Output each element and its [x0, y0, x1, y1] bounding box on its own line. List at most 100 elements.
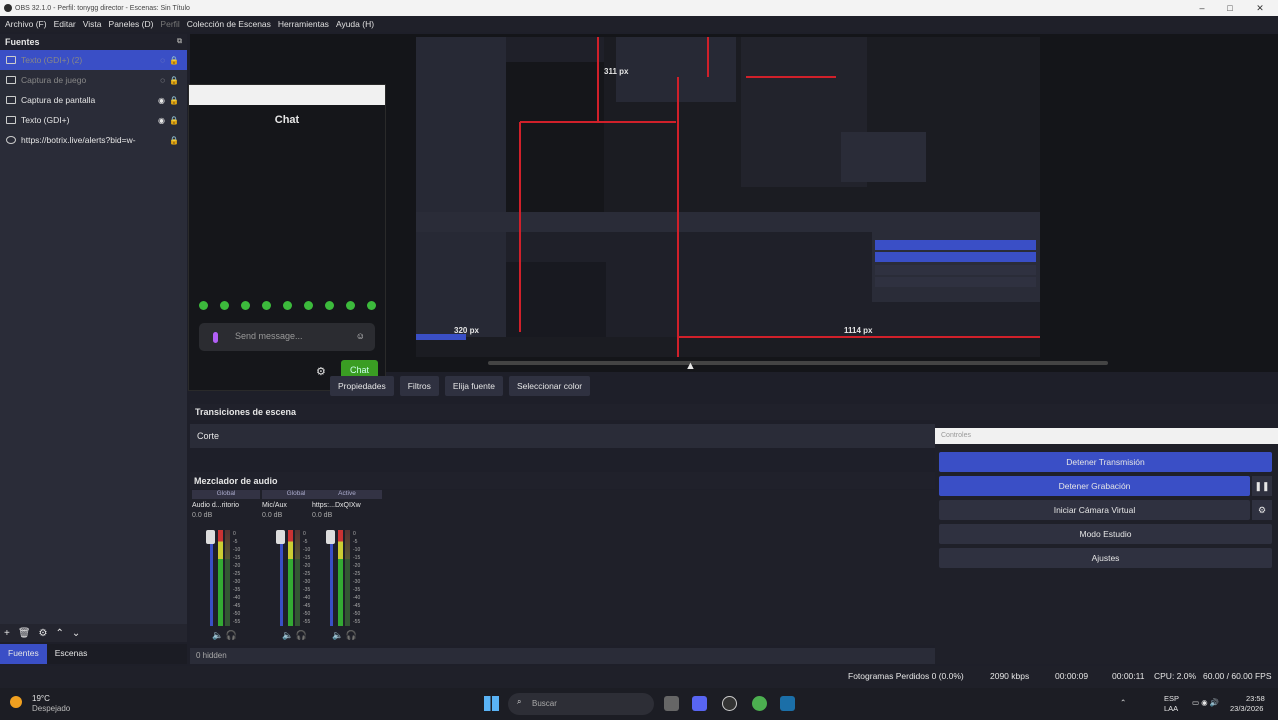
level-meter	[288, 530, 293, 626]
minimize-icon[interactable]: –	[1188, 0, 1216, 16]
gear-icon[interactable]: ⚙	[316, 365, 326, 378]
mouse-cursor-icon: ▲	[685, 360, 696, 372]
chrome-icon[interactable]	[752, 696, 767, 711]
source-item[interactable]: Texto (GDI+) ◉ 🔒	[0, 110, 187, 130]
mixer-channel: Active https:...DxQIXw 0.0 dB 0 -5 -10 -15-…	[312, 490, 382, 645]
lang-1[interactable]: ESP	[1164, 694, 1179, 703]
chevron-up-icon[interactable]: ⌃	[1120, 698, 1126, 707]
settings-button[interactable]: Ajustes	[939, 548, 1272, 568]
clock-date[interactable]: 23/3/2026	[1230, 704, 1263, 713]
px-label-right: 1114 px	[844, 326, 873, 335]
gear-icon[interactable]: ⚙	[39, 628, 48, 639]
trash-icon[interactable]: 🗑	[18, 628, 31, 639]
start-virtual-cam-button[interactable]: Iniciar Cámara Virtual	[939, 500, 1250, 520]
source-item[interactable]: Captura de pantalla ◉ 🔒	[0, 90, 187, 110]
dock-tabs: Fuentes Escenas	[0, 644, 187, 664]
channel-name[interactable]: https:...DxQIXw	[312, 502, 382, 509]
volume-slider[interactable]	[330, 530, 333, 626]
eye-icon[interactable]: ◌	[160, 56, 165, 65]
lock-icon[interactable]: 🔒	[169, 56, 179, 65]
filters-button[interactable]: Filtros	[399, 376, 439, 396]
nested-preview-drawing	[416, 37, 1040, 357]
mic-icon	[213, 332, 218, 343]
windows-start-icon[interactable]	[484, 696, 499, 711]
studio-mode-button[interactable]: Modo Estudio	[939, 524, 1272, 544]
px-label-left: 320 px	[454, 326, 479, 335]
status-bar: Fotogramas Perdidos 0 (0.0%) 2090 kbps 0…	[0, 666, 1278, 688]
channel-name[interactable]: Audio d...ritorio	[192, 502, 260, 509]
gear-icon[interactable]: ⚙	[1252, 500, 1272, 520]
steam-icon[interactable]	[780, 696, 795, 711]
lock-icon[interactable]: 🔒	[169, 96, 179, 105]
game-source-icon	[6, 76, 16, 84]
up-icon[interactable]: ⌃	[56, 628, 64, 639]
obs-icon[interactable]	[722, 696, 737, 711]
menu-ayuda[interactable]: Ayuda (H)	[336, 19, 374, 29]
stop-record-button[interactable]: Detener Grabación	[939, 476, 1250, 496]
taskbar-search[interactable]: ⌕ Buscar	[508, 693, 654, 715]
volume-slider[interactable]	[280, 530, 283, 626]
source-label: Captura de pantalla	[21, 95, 96, 105]
dropped-frames: Fotogramas Perdidos 0 (0.0%)	[848, 671, 964, 681]
source-item[interactable]: Captura de juego ◌ 🔒	[0, 70, 187, 90]
discord-icon[interactable]	[692, 696, 707, 711]
menu-perfil[interactable]: Perfil	[160, 19, 179, 29]
chat-input[interactable]: Send message... ☺	[199, 323, 375, 351]
bitrate: 2090 kbps	[990, 671, 1030, 681]
tab-fuentes[interactable]: Fuentes	[0, 644, 47, 664]
select-color-button[interactable]: Seleccionar color	[508, 376, 591, 396]
float-icon[interactable]: ⧉	[177, 38, 182, 46]
volume-slider[interactable]	[210, 530, 213, 626]
px-label-top: 311 px	[604, 67, 629, 76]
clock-time[interactable]: 23:58	[1246, 694, 1265, 703]
menu-archivo[interactable]: Archivo (F)	[5, 19, 47, 29]
properties-button[interactable]: Propiedades	[330, 376, 394, 396]
title-bar: OBS 32.1.0 - Perfil: tonygg director - E…	[0, 0, 1278, 16]
mute-icon[interactable]: 🔈 🎧	[282, 630, 307, 641]
network-icon[interactable]: ▭ ◉ 🔊	[1192, 698, 1219, 707]
mute-icon[interactable]: 🔈 🎧	[332, 630, 357, 641]
slider-knob[interactable]	[206, 530, 215, 544]
lock-icon[interactable]: 🔒	[169, 136, 179, 145]
lang-2[interactable]: LAA	[1164, 704, 1178, 713]
down-icon[interactable]: ⌄	[72, 628, 80, 639]
emote-row	[199, 301, 388, 310]
lock-icon[interactable]: 🔒	[169, 116, 179, 125]
search-placeholder: Buscar	[532, 699, 557, 708]
source-toolbar: Propiedades Filtros Elija fuente Selecci…	[330, 376, 596, 396]
source-item[interactable]: Texto (GDI+) (2) ◌ 🔒	[0, 50, 187, 70]
add-icon[interactable]: +	[4, 628, 10, 639]
mixer-channel: Global Audio d...ritorio 0.0 dB 0 -5 -10 -1…	[192, 490, 260, 645]
transition-select[interactable]: Corte	[190, 424, 935, 448]
controls-title: Controles	[935, 428, 1278, 444]
menu-editar[interactable]: Editar	[54, 19, 76, 29]
emoji-icon[interactable]: ☺	[356, 331, 365, 341]
menu-coleccion[interactable]: Colección de Escenas	[187, 19, 271, 29]
fps: 60.00 / 60.00 FPS	[1203, 671, 1272, 681]
sources-title: Fuentes	[5, 37, 40, 47]
stop-stream-button[interactable]: Detener Transmisión	[939, 452, 1272, 472]
menu-paneles[interactable]: Paneles (D)	[109, 19, 154, 29]
eye-icon[interactable]: ◌	[160, 76, 165, 85]
menu-vista[interactable]: Vista	[83, 19, 102, 29]
slider-knob[interactable]	[326, 530, 335, 544]
meter-scale: 0 -5 -10 -15 -20 -25 -30 -35 -40 -45 -50 -55	[233, 531, 241, 625]
eye-icon[interactable]: ◉	[158, 116, 165, 125]
mute-icon[interactable]: 🔈 🎧	[212, 630, 237, 641]
eye-icon[interactable]: ◉	[158, 96, 165, 105]
meter-scale: 0 -5 -10 -15 -20 -25 -30 -35 -40 -45 -50 -55	[303, 531, 311, 625]
level-meter	[345, 530, 350, 626]
pause-icon[interactable]: ❚❚	[1252, 476, 1272, 496]
menu-herramientas[interactable]: Herramientas	[278, 19, 329, 29]
source-item[interactable]: https://botrix.live/alerts?bid=w- 🔒	[0, 130, 187, 150]
choose-source-button[interactable]: Elija fuente	[444, 376, 503, 396]
slider-knob[interactable]	[276, 530, 285, 544]
lock-icon[interactable]: 🔒	[169, 76, 179, 85]
maximize-icon[interactable]: □	[1216, 0, 1244, 16]
preview-scrollbar[interactable]	[488, 361, 1108, 365]
tab-escenas[interactable]: Escenas	[47, 644, 96, 664]
taskview-icon[interactable]	[664, 696, 679, 711]
source-label: Texto (GDI+)	[21, 115, 70, 125]
monitor-icon	[6, 96, 16, 104]
close-icon[interactable]: ✕	[1246, 0, 1274, 16]
